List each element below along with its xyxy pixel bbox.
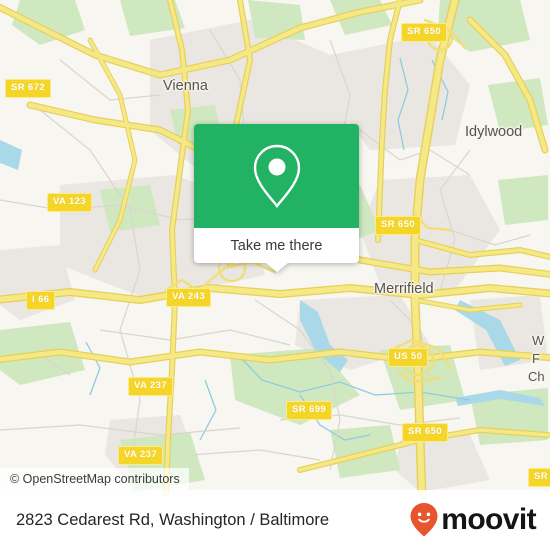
road-shield-va-243: VA 243 <box>166 288 212 307</box>
place-label-west-clipped: W <box>532 333 545 348</box>
map-screenshot: SR 672 SR 650 VA 123 SR 650 I 66 VA 243 … <box>0 0 550 550</box>
place-label-church-clipped: Ch <box>528 369 545 384</box>
popup-action-area[interactable]: Take me there <box>194 228 359 272</box>
moovit-logo[interactable]: moovit <box>409 502 537 538</box>
road-shield-sr-699: SR 699 <box>286 401 333 420</box>
road-shield-us-50: US 50 <box>388 348 429 367</box>
place-label-falls-clipped: F <box>532 351 540 366</box>
footer-bar: 2823 Cedarest Rd, Washington / Baltimore… <box>0 490 550 550</box>
road-shield-i-66: I 66 <box>26 291 56 310</box>
popup-icon-area <box>194 124 359 228</box>
map-canvas[interactable]: SR 672 SR 650 VA 123 SR 650 I 66 VA 243 … <box>0 0 550 496</box>
map-pin-icon <box>253 144 300 208</box>
road-shield-va-123: VA 123 <box>47 193 93 212</box>
road-shield-va-237-1: VA 237 <box>128 377 174 396</box>
place-label-merrifield: Merrifield <box>374 281 434 297</box>
popup-pointer <box>265 263 288 272</box>
road-shield-sr-650-1: SR 650 <box>401 23 448 42</box>
place-label-vienna: Vienna <box>163 78 208 94</box>
location-popup-card[interactable]: Take me there <box>194 124 359 272</box>
road-shield-sr-clipped: SR <box>528 468 550 487</box>
osm-attribution-text: © OpenStreetMap contributors <box>10 472 180 486</box>
osm-attribution[interactable]: © OpenStreetMap contributors <box>0 468 189 490</box>
place-label-idylwood: Idylwood <box>465 124 523 140</box>
take-me-there-button[interactable]: Take me there <box>231 238 323 254</box>
road-shield-sr-650-2: SR 650 <box>375 216 422 235</box>
address-label: 2823 Cedarest Rd, Washington / Baltimore <box>16 510 330 529</box>
moovit-wordmark: moovit <box>441 503 536 536</box>
road-shield-sr-672: SR 672 <box>5 79 52 98</box>
road-shield-va-237-2: VA 237 <box>118 446 164 465</box>
moovit-smiley-pin-icon <box>410 503 438 537</box>
road-shield-sr-650-3: SR 650 <box>402 423 449 442</box>
